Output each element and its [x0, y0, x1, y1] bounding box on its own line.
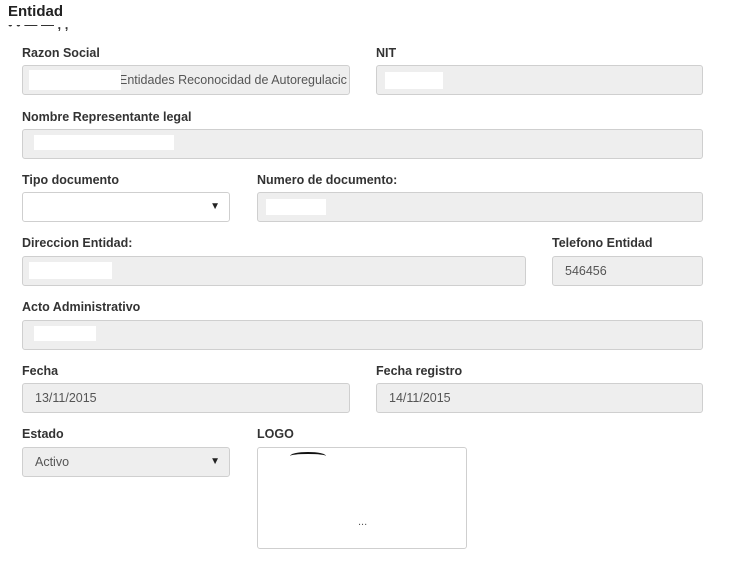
- estado-select[interactable]: Activo ▼: [22, 447, 230, 477]
- representante-label: Nombre Representante legal: [22, 110, 192, 124]
- logo-label: LOGO: [257, 427, 294, 441]
- logo-upload-box[interactable]: ...: [257, 447, 467, 549]
- redaction-block: [34, 135, 174, 150]
- estado-label: Estado: [22, 427, 64, 441]
- numero-documento-label: Numero de documento:: [257, 173, 398, 187]
- nit-label: NIT: [376, 46, 397, 60]
- fecha-value: 13/11/2015: [35, 391, 97, 405]
- chevron-down-icon: ▼: [210, 456, 220, 467]
- logo-placeholder: ...: [358, 516, 368, 528]
- tipo-documento-label: Tipo documento: [22, 173, 119, 187]
- acto-field[interactable]: [22, 320, 703, 350]
- page-title: Entidad: [8, 3, 63, 20]
- logo-image: [290, 452, 326, 460]
- razon-social-label: Razon Social: [22, 46, 100, 60]
- fecha-registro-label: Fecha registro: [376, 364, 463, 378]
- telefono-value: 546456: [565, 264, 607, 278]
- telefono-label: Telefono Entidad: [552, 236, 653, 250]
- redaction-block: [385, 72, 443, 89]
- acto-label: Acto Administrativo: [22, 300, 141, 314]
- redaction-block: [29, 262, 112, 279]
- redaction-block: [32, 199, 94, 215]
- fecha-registro-field[interactable]: 14/11/2015: [376, 383, 703, 413]
- fecha-registro-value: 14/11/2015: [389, 391, 451, 405]
- redaction-block: [34, 326, 96, 341]
- clipped-heading-fragment: • • — — , ,: [8, 25, 158, 32]
- redaction-block: [29, 70, 121, 90]
- razon-social-value: Entidades Reconocidad de Autoregulacic: [119, 73, 347, 87]
- estado-value: Activo: [35, 455, 70, 469]
- direccion-label: Direccion Entidad:: [22, 236, 133, 250]
- telefono-field[interactable]: 546456: [552, 256, 703, 286]
- chevron-down-icon: ▼: [210, 201, 220, 212]
- redaction-block: [266, 199, 326, 215]
- fecha-field[interactable]: 13/11/2015: [22, 383, 350, 413]
- fecha-label: Fecha: [22, 364, 59, 378]
